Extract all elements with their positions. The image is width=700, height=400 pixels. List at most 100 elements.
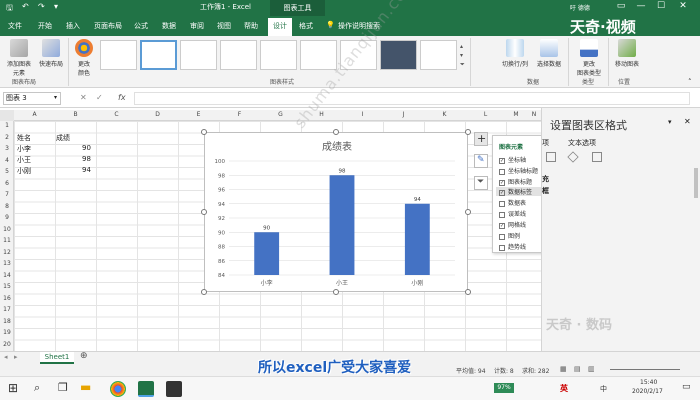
cell-a3[interactable]: 小李 [17,144,31,154]
chart-style-8[interactable] [380,40,417,70]
tab-data[interactable]: 数据 [162,21,176,31]
row-header[interactable]: 16 [0,295,14,302]
chart-style-1[interactable] [100,40,137,70]
row-header[interactable]: 3 [0,145,14,152]
enter-icon[interactable]: ✓ [96,93,103,102]
row-header[interactable]: 17 [0,306,14,313]
column-header[interactable]: F [219,111,260,118]
popup-item-gridlines[interactable]: ✓ 网格线 [499,220,526,229]
prev-sheet-icon[interactable]: ◂ [4,353,8,361]
checkbox-unchecked-icon[interactable] [499,168,505,175]
chart-filters-button[interactable]: ⏷ [474,176,488,190]
pane-close-icon[interactable]: ✕ [684,117,691,126]
clock-time[interactable]: 15:40 [640,379,657,386]
insert-function-button[interactable]: fx [118,93,126,102]
excel-icon[interactable] [138,381,154,397]
battery-indicator[interactable]: 97% [494,383,514,393]
column-header[interactable]: J [383,111,424,118]
tab-page-layout[interactable]: 页面布局 [94,21,122,31]
size-properties-icon[interactable] [592,152,602,162]
add-sheet-icon[interactable]: ⊕ [80,351,88,361]
row-header[interactable]: 18 [0,318,14,325]
row-header[interactable]: 10 [0,226,14,233]
pane-scrollbar[interactable] [694,168,698,198]
row-header[interactable]: 11 [0,237,14,244]
row-header[interactable]: 20 [0,341,14,348]
row-header[interactable]: 7 [0,191,14,198]
column-header[interactable]: E [178,111,219,118]
chart-area[interactable]: 成绩表 84 86 88 90 92 94 96 98 100 90 98 94 小李 小王 小刚 [204,132,468,292]
zoom-slider[interactable] [610,369,680,370]
page-layout-view-icon[interactable]: ▤ [574,365,581,373]
column-header[interactable]: I [342,111,383,118]
quick-layout-button[interactable]: 快速布局 [36,39,66,68]
tab-format[interactable]: 格式 [299,21,313,31]
column-header[interactable]: M [506,111,526,118]
chrome-icon[interactable] [110,381,126,397]
formula-input[interactable] [134,92,690,105]
chart-title[interactable]: 成绩表 [322,140,352,153]
clock-date[interactable]: 2020/2/17 [632,388,663,395]
column-header[interactable]: C [96,111,137,118]
name-box-dropdown-icon[interactable]: ▾ [54,94,57,101]
customize-qat-icon[interactable]: ▾ [54,2,58,11]
chart-style-9[interactable] [420,40,457,70]
task-view-icon[interactable]: ❐ [58,381,68,394]
tab-home[interactable]: 开始 [38,21,52,31]
tab-chart-options[interactable]: 项 [542,138,549,148]
cell-b4[interactable]: 98 [82,155,91,163]
select-all-corner[interactable] [0,110,14,121]
row-header[interactable]: 14 [0,272,14,279]
collapse-ribbon-icon[interactable]: ˄ [688,78,692,86]
resize-handle[interactable] [201,289,207,295]
checkbox-checked-icon[interactable]: ✓ [499,157,505,164]
tab-insert[interactable]: 插入 [66,21,80,31]
resize-handle[interactable] [201,129,207,135]
save-icon[interactable]: 🖫 [6,2,13,16]
fill-section[interactable]: 充 [542,174,549,184]
column-header[interactable]: N [528,111,540,118]
row-header[interactable]: 19 [0,329,14,336]
ribbon-display-icon[interactable]: ▭ [612,1,630,11]
chart-style-3[interactable] [180,40,217,70]
tab-help[interactable]: 帮助 [244,21,258,31]
sheet-tab-sheet1[interactable]: Sheet1 [40,352,74,364]
tab-text-options[interactable]: 文本选项 [568,138,596,148]
bar[interactable] [404,203,430,275]
undo-icon[interactable]: ↶ [22,2,29,11]
tab-design[interactable]: 设计 [268,18,292,36]
column-header[interactable]: L [465,111,506,118]
column-header[interactable]: K [424,111,465,118]
checkbox-unchecked-icon[interactable] [499,233,505,240]
windows-start-icon[interactable]: ⊞ [8,381,18,395]
popup-item-axes[interactable]: ✓ 坐标轴 [499,155,526,164]
cell-a4[interactable]: 小王 [17,155,31,165]
tab-review[interactable]: 审阅 [190,21,204,31]
ime-sogou-icon[interactable]: 英 [560,383,568,394]
popup-item-chart-title[interactable]: ✓ 图表标题 [499,177,532,186]
cell-b2[interactable]: 成绩 [56,133,70,143]
column-header[interactable]: B [55,111,96,118]
next-sheet-icon[interactable]: ▸ [14,353,18,361]
add-chart-element-button[interactable]: 添加图表 元素 [4,39,34,77]
switch-row-column-button[interactable]: 切换行/列 [498,39,532,68]
cell-b5[interactable]: 94 [82,166,91,174]
photos-icon[interactable] [166,381,182,397]
checkbox-unchecked-icon[interactable] [499,244,505,251]
checkbox-checked-icon[interactable]: ✓ [499,179,505,186]
tab-file[interactable]: 文件 [8,21,22,31]
column-header[interactable]: A [14,111,55,118]
resize-handle[interactable] [465,289,471,295]
row-header[interactable]: 9 [0,214,14,221]
select-data-button[interactable]: 选择数据 [534,39,564,68]
user-name[interactable]: 吁 德德 [570,3,590,12]
checkbox-unchecked-icon[interactable] [499,211,505,218]
tab-view[interactable]: 视图 [217,21,231,31]
row-header[interactable]: 8 [0,203,14,210]
effects-icon[interactable] [567,151,579,163]
row-header[interactable]: 15 [0,283,14,290]
cancel-icon[interactable]: ✕ [80,93,87,102]
change-chart-type-button[interactable]: 更改 图表类型 [572,39,606,77]
tab-formulas[interactable]: 公式 [134,21,148,31]
row-header[interactable]: 13 [0,260,14,267]
